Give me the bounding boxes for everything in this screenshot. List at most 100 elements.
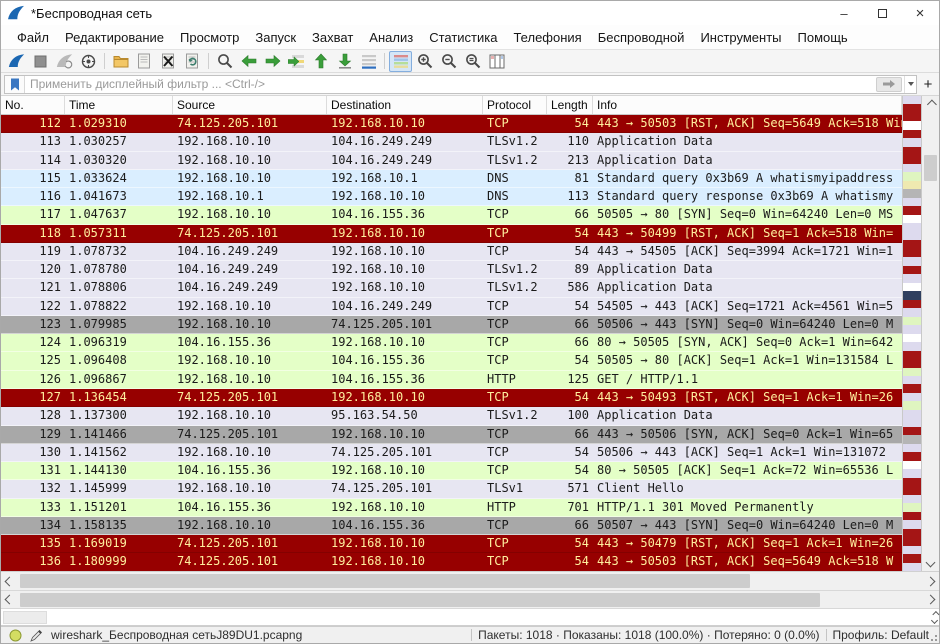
- save-file-button[interactable]: [133, 51, 156, 72]
- menu-10[interactable]: Инструменты: [692, 28, 789, 47]
- column-header-info[interactable]: Info: [593, 96, 902, 114]
- horizontal-scroll-thumb[interactable]: [20, 574, 750, 588]
- expert-info-icon[interactable]: [9, 629, 22, 642]
- horizontal-scroll-track[interactable]: [18, 572, 922, 590]
- packet-row-120[interactable]: 1201.078780104.16.249.249192.168.10.10TL…: [1, 261, 902, 279]
- scroll-left-button[interactable]: [1, 591, 18, 608]
- capture-options-button[interactable]: [77, 51, 100, 72]
- menu-9[interactable]: Беспроводной: [590, 28, 693, 47]
- horizontal-scroll-thumb[interactable]: [20, 593, 820, 607]
- start-capture-button[interactable]: [5, 51, 28, 72]
- packet-row-122[interactable]: 1221.078822192.168.10.10104.16.249.249TC…: [1, 298, 902, 316]
- go-first-button[interactable]: [309, 51, 332, 72]
- packet-row-118[interactable]: 1181.05731174.125.205.101192.168.10.10TC…: [1, 225, 902, 243]
- packet-row-127[interactable]: 1271.13645474.125.205.101192.168.10.10TC…: [1, 389, 902, 407]
- packet-row-112[interactable]: 1121.02931074.125.205.101192.168.10.10TC…: [1, 115, 902, 133]
- menu-5[interactable]: Захват: [304, 28, 361, 47]
- packet-row-124[interactable]: 1241.096319104.16.155.36192.168.10.10TCP…: [1, 334, 902, 352]
- reload-file-button[interactable]: [181, 51, 204, 72]
- packet-row-125[interactable]: 1251.096408192.168.10.10104.16.155.36TCP…: [1, 352, 902, 370]
- packet-row-131[interactable]: 1311.144130104.16.155.36192.168.10.10TCP…: [1, 462, 902, 480]
- horizontal-scrollbar-detail-pane[interactable]: [1, 591, 939, 609]
- menu-6[interactable]: Анализ: [361, 28, 421, 47]
- packet-row-116[interactable]: 1161.041673192.168.10.1192.168.10.10DNS1…: [1, 188, 902, 206]
- filter-bookmark-button[interactable]: [5, 76, 25, 93]
- packet-row-113[interactable]: 1131.030257192.168.10.10104.16.249.249TL…: [1, 133, 902, 151]
- packet-row-119[interactable]: 1191.078732104.16.249.249192.168.10.10TC…: [1, 243, 902, 261]
- profile-label[interactable]: Профиль: Default: [833, 628, 930, 642]
- colorize-packets-button[interactable]: [389, 51, 412, 72]
- cell-info: 50505 → 80 [ACK] Seq=1 Ack=1 Win=131584 …: [593, 352, 902, 369]
- scroll-down-button[interactable]: [922, 554, 939, 571]
- packet-row-114[interactable]: 1141.030320192.168.10.10104.16.249.249TL…: [1, 152, 902, 170]
- column-header-protocol[interactable]: Protocol: [483, 96, 547, 114]
- packet-row-132[interactable]: 1321.145999192.168.10.1074.125.205.101TL…: [1, 480, 902, 498]
- open-file-button[interactable]: [109, 51, 132, 72]
- cell-time: 1.096319: [65, 334, 173, 351]
- go-back-button[interactable]: [237, 51, 260, 72]
- menu-3[interactable]: Просмотр: [172, 28, 247, 47]
- packet-row-134[interactable]: 1341.158135192.168.10.10104.16.155.36TCP…: [1, 517, 902, 535]
- menu-4[interactable]: Запуск: [247, 28, 304, 47]
- packet-row-136[interactable]: 1361.18099974.125.205.101192.168.10.10TC…: [1, 553, 902, 571]
- packet-row-115[interactable]: 1151.033624192.168.10.10192.168.10.1DNS8…: [1, 170, 902, 188]
- restart-capture-button[interactable]: [53, 51, 76, 72]
- auto-scroll-button[interactable]: [357, 51, 380, 72]
- packet-row-126[interactable]: 1261.096867192.168.10.10104.16.155.36HTT…: [1, 371, 902, 389]
- packet-row-133[interactable]: 1331.151201104.16.155.36192.168.10.10HTT…: [1, 499, 902, 517]
- cell-length: 110: [547, 133, 593, 150]
- resize-grip[interactable]: [929, 627, 939, 643]
- menu-7[interactable]: Статистика: [421, 28, 505, 47]
- vertical-scrollbar[interactable]: [922, 96, 939, 571]
- column-header-time[interactable]: Time: [65, 96, 173, 114]
- stop-capture-button[interactable]: [29, 51, 52, 72]
- maximize-button[interactable]: [863, 1, 901, 25]
- vertical-scroll-thumb[interactable]: [924, 155, 937, 181]
- collapsed-scrollbar[interactable]: [932, 612, 937, 623]
- filter-dropdown-button[interactable]: [904, 76, 916, 93]
- column-header-no[interactable]: No.: [1, 96, 65, 114]
- column-header-length[interactable]: Length: [547, 96, 593, 114]
- intelligent-scrollbar-minimap[interactable]: [902, 96, 922, 571]
- scroll-left-button[interactable]: [1, 572, 18, 590]
- go-forward-button[interactable]: [261, 51, 284, 72]
- menu-8[interactable]: Телефония: [505, 28, 589, 47]
- packet-row-135[interactable]: 1351.16901974.125.205.101192.168.10.10TC…: [1, 535, 902, 553]
- column-header-source[interactable]: Source: [173, 96, 327, 114]
- packet-row-129[interactable]: 1291.14146674.125.205.101192.168.10.10TC…: [1, 426, 902, 444]
- resize-columns-button[interactable]: [485, 51, 508, 72]
- menu-1[interactable]: Файл: [9, 28, 57, 47]
- go-last-button[interactable]: [333, 51, 356, 72]
- scroll-up-button[interactable]: [922, 96, 939, 113]
- packet-row-128[interactable]: 1281.137300192.168.10.1095.163.54.50TLSv…: [1, 407, 902, 425]
- minimap-band: [903, 401, 921, 409]
- add-filter-button[interactable]: +: [920, 75, 936, 94]
- zoom-in-button[interactable]: [413, 51, 436, 72]
- packet-row-130[interactable]: 1301.141562192.168.10.1074.125.205.101TC…: [1, 444, 902, 462]
- cell-destination: 192.168.10.10: [327, 188, 483, 205]
- capture-file-name[interactable]: wireshark_Беспроводная сетьJ89DU1.pcapng: [51, 628, 302, 642]
- capture-comment-icon[interactable]: [30, 629, 43, 642]
- minimap-band: [903, 359, 921, 367]
- horizontal-scroll-track[interactable]: [18, 591, 922, 608]
- vertical-scroll-track[interactable]: [922, 113, 939, 554]
- apply-filter-button[interactable]: [876, 77, 902, 92]
- packet-row-121[interactable]: 1211.078806104.16.249.249192.168.10.10TL…: [1, 279, 902, 297]
- cell-destination: 104.16.155.36: [327, 206, 483, 223]
- column-header-destination[interactable]: Destination: [327, 96, 483, 114]
- display-filter-input[interactable]: [25, 76, 876, 93]
- find-packet-button[interactable]: [213, 51, 236, 72]
- horizontal-scrollbar-packet-list[interactable]: [1, 572, 939, 591]
- menu-2[interactable]: Редактирование: [57, 28, 172, 47]
- packet-row-117[interactable]: 1171.047637192.168.10.10104.16.155.36TCP…: [1, 206, 902, 224]
- scroll-right-button[interactable]: [922, 591, 939, 608]
- menu-11[interactable]: Помощь: [790, 28, 856, 47]
- packet-row-123[interactable]: 1231.079985192.168.10.1074.125.205.101TC…: [1, 316, 902, 334]
- minimize-button[interactable]: –: [825, 1, 863, 25]
- close-file-button[interactable]: [157, 51, 180, 72]
- close-button[interactable]: ×: [901, 1, 939, 25]
- scroll-right-button[interactable]: [922, 572, 939, 590]
- zoom-original-button[interactable]: [461, 51, 484, 72]
- zoom-out-button[interactable]: [437, 51, 460, 72]
- go-to-packet-button[interactable]: [285, 51, 308, 72]
